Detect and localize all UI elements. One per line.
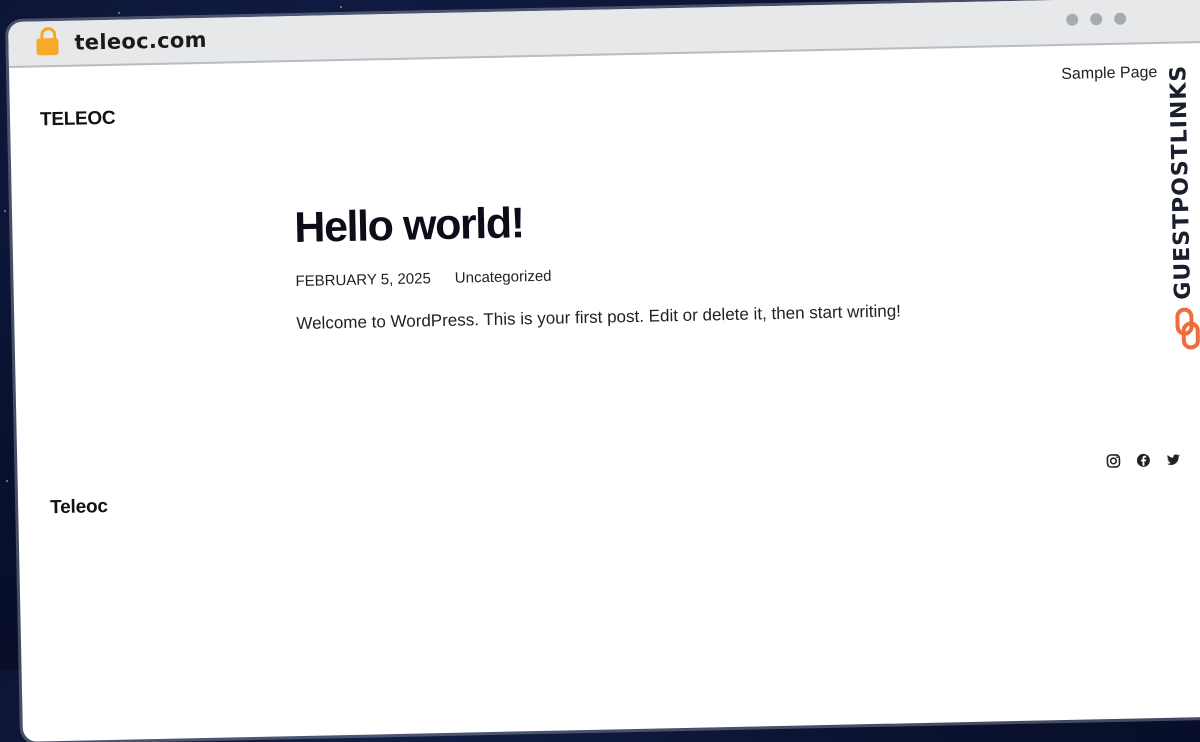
instagram-icon[interactable]: [1105, 453, 1121, 469]
social-links: [1105, 452, 1181, 470]
web-page: TELEOC Sample Page Hello world! FEBRUARY…: [9, 42, 1200, 742]
post-category[interactable]: Uncategorized: [455, 268, 552, 287]
footer-site-title[interactable]: Teleoc: [50, 496, 108, 519]
star: [340, 6, 342, 8]
twitter-icon[interactable]: [1165, 452, 1181, 468]
chain-link-logo-icon: [1175, 307, 1200, 350]
star: [118, 12, 120, 14]
lock-icon: [36, 26, 59, 56]
site-title[interactable]: TELEOC: [40, 108, 116, 132]
post-title[interactable]: Hello world!: [294, 191, 900, 253]
window-dot[interactable]: [1066, 13, 1079, 26]
guestpostlinks-watermark: GUESTPOSTLINKS: [1166, 59, 1200, 360]
window-dot[interactable]: [1090, 13, 1103, 26]
post: Hello world! FEBRUARY 5, 2025 Uncategori…: [294, 191, 901, 334]
post-excerpt: Welcome to WordPress. This is your first…: [296, 301, 902, 334]
star: [6, 480, 8, 482]
browser-window: teleoc.com TELEOC Sample Page Hello worl…: [8, 0, 1200, 742]
watermark-text: GUESTPOSTLINKS: [1166, 64, 1197, 300]
window-controls: [1066, 12, 1127, 26]
nav-link-sample-page[interactable]: Sample Page: [1061, 64, 1157, 84]
star: [4, 210, 6, 212]
post-date[interactable]: FEBRUARY 5, 2025: [295, 270, 431, 290]
window-dot[interactable]: [1114, 12, 1127, 25]
facebook-icon[interactable]: [1135, 452, 1151, 468]
address-bar[interactable]: teleoc.com: [74, 28, 207, 55]
post-meta: FEBRUARY 5, 2025 Uncategorized: [295, 260, 900, 290]
